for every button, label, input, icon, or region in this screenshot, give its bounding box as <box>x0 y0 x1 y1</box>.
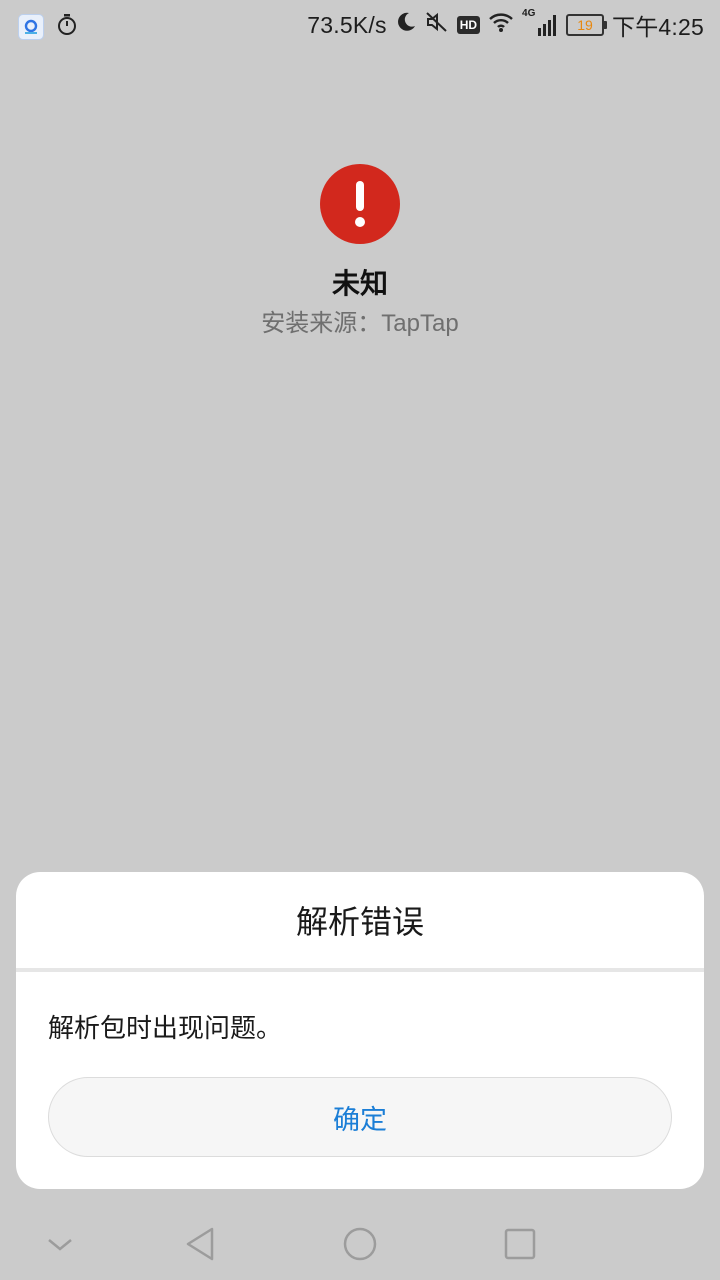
status-right: 73.5K/s HD 4G 19 下午4:25 <box>307 8 704 40</box>
app-notification-icon <box>18 14 44 40</box>
collapse-chevron-icon[interactable] <box>30 1214 90 1274</box>
battery-icon: 19 <box>566 14 608 36</box>
install-source-value: TapTap <box>381 310 459 337</box>
install-source: 安装来源：TapTap <box>0 303 720 338</box>
status-left <box>18 12 78 42</box>
moon-icon <box>395 11 417 39</box>
hd-icon: HD <box>456 16 481 34</box>
wifi-icon <box>488 11 514 39</box>
parse-error-dialog: 解析错误 解析包时出现问题。 确定 <box>16 872 704 1189</box>
dialog-title: 解析错误 <box>295 903 424 941</box>
dialog-divider <box>16 968 704 972</box>
battery-level: 19 <box>577 17 593 33</box>
dialog-message: 解析包时出现问题。 <box>48 1014 283 1044</box>
mute-icon <box>425 11 449 39</box>
status-bar: 73.5K/s HD 4G 19 下午4:25 <box>0 0 720 50</box>
timer-icon <box>56 12 78 42</box>
navigation-bar <box>0 1190 720 1280</box>
status-clock: 下午4:25 <box>612 14 704 40</box>
recents-square-icon[interactable] <box>490 1214 550 1274</box>
install-source-label: 安装来源： <box>261 309 382 337</box>
app-name: 未知 <box>331 267 388 300</box>
confirm-button[interactable]: 确定 <box>48 1077 672 1157</box>
home-circle-icon[interactable] <box>330 1214 390 1274</box>
back-triangle-icon[interactable] <box>170 1214 230 1274</box>
cellular-4g-icon: 4G <box>522 8 558 38</box>
network-speed: 73.5K/s <box>307 11 387 38</box>
warning-circle-icon <box>320 164 400 244</box>
